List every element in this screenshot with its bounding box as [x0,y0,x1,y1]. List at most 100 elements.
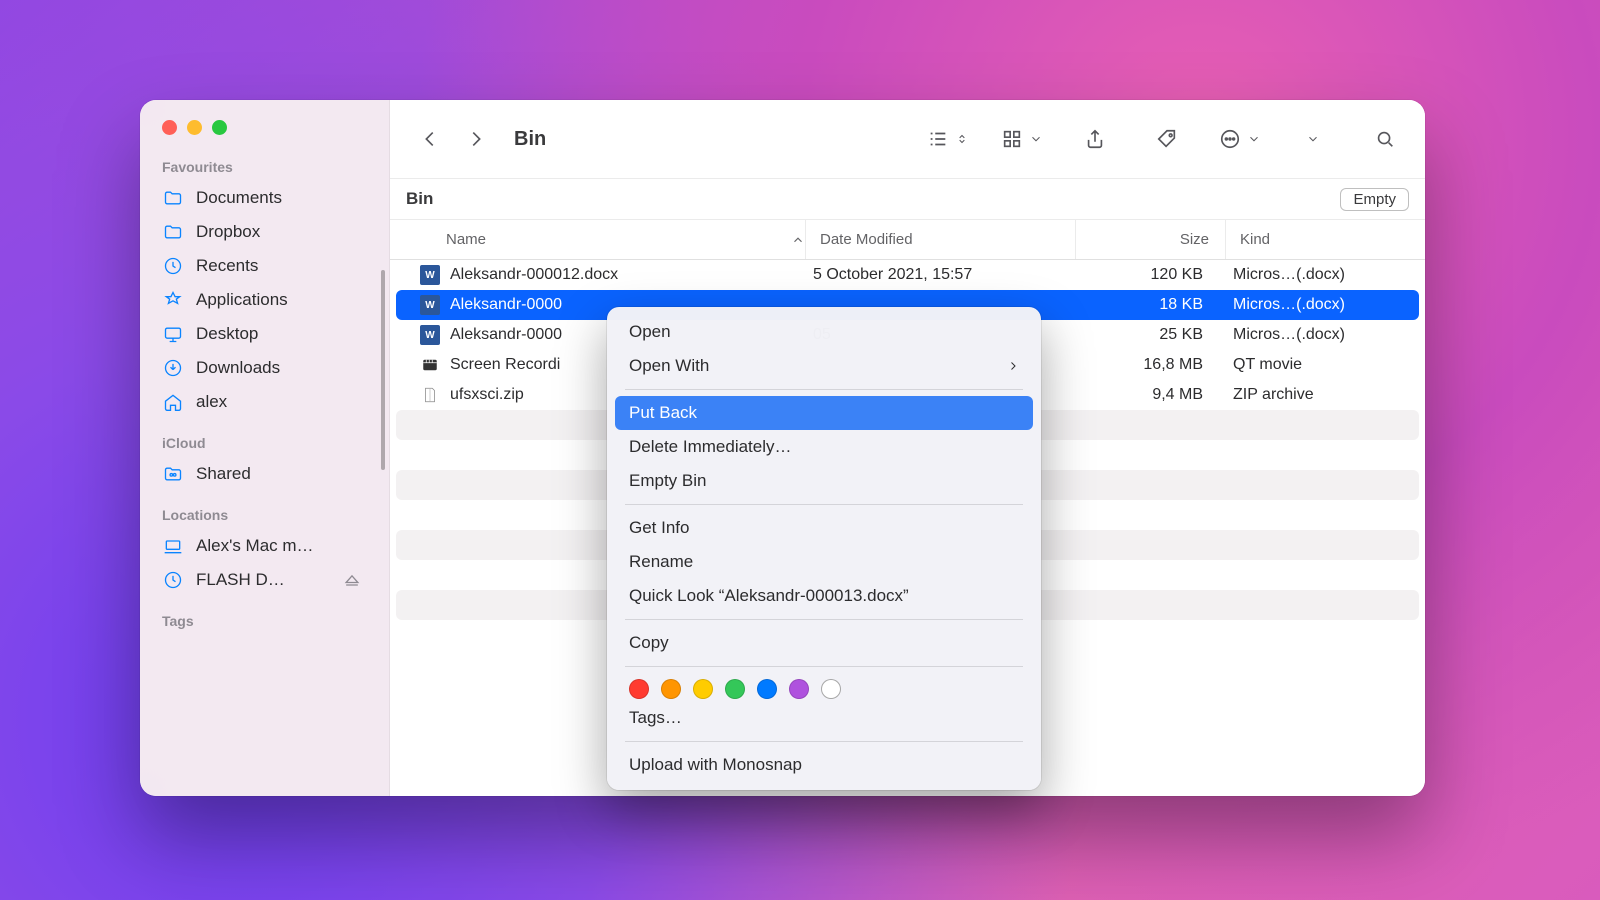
overflow-button[interactable] [1293,119,1333,159]
sidebar-item-label: Alex's Mac m… [196,536,363,556]
column-label: Size [1180,231,1209,248]
sidebar-item-downloads[interactable]: Downloads [140,351,385,385]
menu-quick-look[interactable]: Quick Look “Aleksandr-000013.docx” [615,579,1033,613]
menu-open[interactable]: Open [615,315,1033,349]
chevron-down-icon [1247,132,1261,146]
sidebar-heading-icloud: iCloud [140,431,385,457]
file-size: 120 KB [1069,266,1219,284]
eject-icon[interactable] [341,569,363,591]
menu-copy[interactable]: Copy [615,626,1033,660]
desktop-wallpaper: Favourites Documents Dropbox Recents [0,0,1600,900]
file-kind: Micros…(.docx) [1219,326,1419,344]
zoom-window-button[interactable] [212,120,227,135]
sidebar-item-label: Documents [196,188,363,208]
sidebar-item-label: Applications [196,290,363,310]
folder-icon [162,187,184,209]
menu-separator [625,741,1023,742]
sidebar-item-label: Shared [196,464,363,484]
column-name[interactable]: Name [446,220,805,259]
file-size: 9,4 MB [1069,386,1219,404]
updown-icon [955,132,969,146]
sidebar-item-label: Recents [196,256,363,276]
file-name: ufsxsci.zip [450,386,524,404]
menu-delete-immediately[interactable]: Delete Immediately… [615,430,1033,464]
clock-icon [162,255,184,277]
share-button[interactable] [1075,119,1115,159]
list-icon [927,128,949,150]
column-label: Date Modified [820,231,913,248]
search-button[interactable] [1365,119,1405,159]
tag-color[interactable] [693,679,713,699]
menu-get-info[interactable]: Get Info [615,511,1033,545]
zip-icon [420,385,440,405]
sidebar: Favourites Documents Dropbox Recents [140,100,390,796]
sidebar-item-label: Dropbox [196,222,363,242]
tag-color[interactable] [661,679,681,699]
applications-icon [162,289,184,311]
word-doc-icon: W [420,265,440,285]
file-kind: ZIP archive [1219,386,1419,404]
sidebar-item-flash-drive[interactable]: FLASH D… [140,563,385,597]
file-kind: QT movie [1219,356,1419,374]
computer-icon [162,535,184,557]
chevron-right-icon [1007,360,1019,372]
back-button[interactable] [410,119,450,159]
sidebar-item-home[interactable]: alex [140,385,385,419]
menu-tags[interactable]: Tags… [615,701,1033,735]
menu-separator [625,666,1023,667]
tag-color[interactable] [757,679,777,699]
tag-color[interactable] [789,679,809,699]
tag-color[interactable] [629,679,649,699]
sidebar-heading-favourites: Favourites [140,155,385,181]
menu-put-back[interactable]: Put Back [615,396,1033,430]
tag-color[interactable] [821,679,841,699]
sort-asc-icon [791,233,805,247]
sidebar-item-label: Desktop [196,324,363,344]
downloads-icon [162,357,184,379]
sidebar-item-dropbox[interactable]: Dropbox [140,215,385,249]
sidebar-item-shared[interactable]: Shared [140,457,385,491]
grid-icon [1001,128,1023,150]
column-date[interactable]: Date Modified [805,220,1075,259]
window-title: Bin [514,128,546,151]
toolbar: Bin [390,100,1425,178]
sidebar-item-desktop[interactable]: Desktop [140,317,385,351]
sidebar-heading-locations: Locations [140,503,385,529]
column-kind[interactable]: Kind [1225,220,1425,259]
file-kind: Micros…(.docx) [1219,266,1419,284]
tag-color[interactable] [725,679,745,699]
folder-icon [162,221,184,243]
column-headers: Name Date Modified Size Kind [390,220,1425,260]
group-by-button[interactable] [1001,128,1043,150]
file-size: 25 KB [1069,326,1219,344]
forward-button[interactable] [456,119,496,159]
view-mode-button[interactable] [927,128,969,150]
menu-separator [625,389,1023,390]
clock-icon [162,569,184,591]
window-controls [140,120,389,135]
tags-button[interactable] [1147,119,1187,159]
context-menu: Open Open With Put Back Delete Immediate… [607,307,1041,790]
menu-upload-monosnap[interactable]: Upload with Monosnap [615,748,1033,782]
menu-rename[interactable]: Rename [615,545,1033,579]
file-row[interactable]: WAleksandr-000012.docx 5 October 2021, 1… [396,260,1419,290]
sidebar-item-applications[interactable]: Applications [140,283,385,317]
path-bar: Bin Empty [390,178,1425,220]
menu-open-with[interactable]: Open With [615,349,1033,383]
minimize-window-button[interactable] [187,120,202,135]
menu-empty-bin[interactable]: Empty Bin [615,464,1033,498]
close-window-button[interactable] [162,120,177,135]
action-menu-button[interactable] [1219,128,1261,150]
ellipsis-circle-icon [1219,128,1241,150]
file-size: 18 KB [1069,296,1219,314]
movie-icon [420,355,440,375]
sidebar-item-mac[interactable]: Alex's Mac m… [140,529,385,563]
column-size[interactable]: Size [1075,220,1225,259]
sidebar-item-recents[interactable]: Recents [140,249,385,283]
word-doc-icon: W [420,325,440,345]
file-kind: Micros…(.docx) [1219,296,1419,314]
sidebar-item-documents[interactable]: Documents [140,181,385,215]
file-date: 5 October 2021, 15:57 [799,266,1069,284]
empty-bin-button[interactable]: Empty [1340,188,1409,211]
desktop-icon [162,323,184,345]
